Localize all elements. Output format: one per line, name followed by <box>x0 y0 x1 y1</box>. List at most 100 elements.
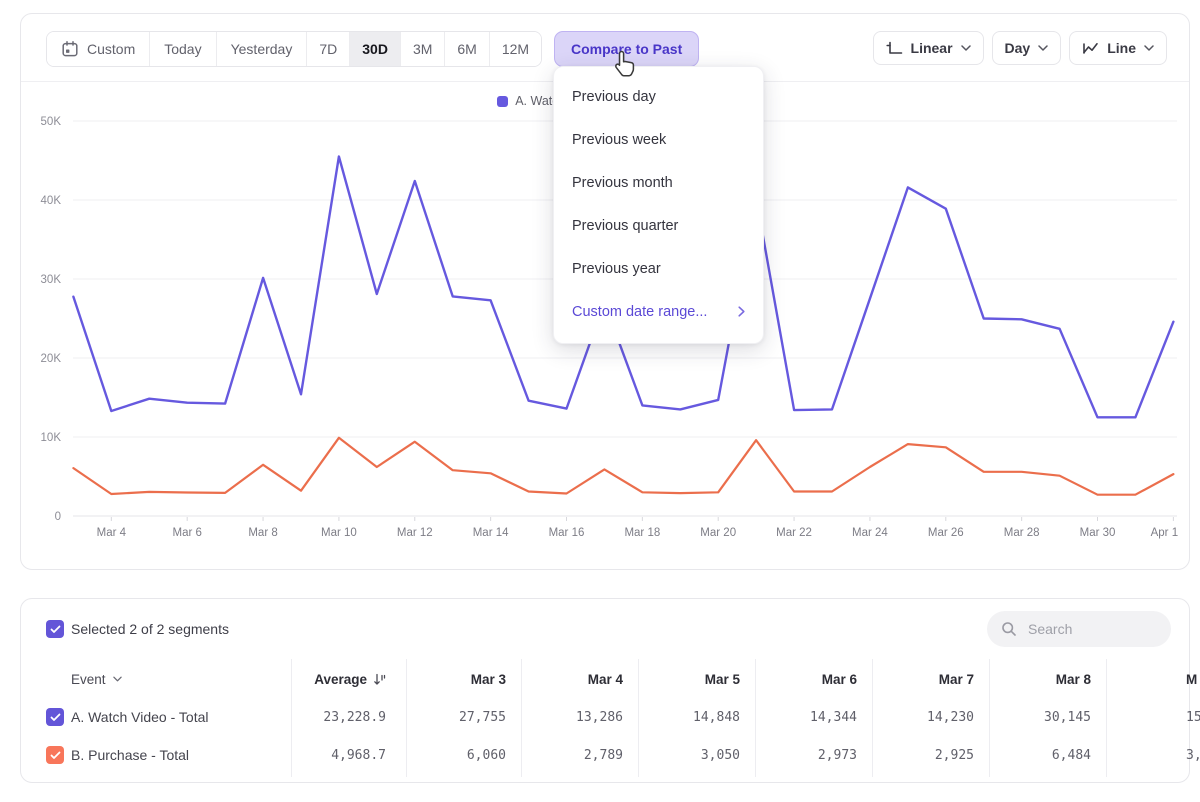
date-range-3m[interactable]: 3M <box>401 32 445 66</box>
segments-table-card: Selected 2 of 2 segments Event Average Mar… <box>20 598 1190 783</box>
table-cell: 30,145 <box>981 698 1091 736</box>
check-icon <box>50 625 61 634</box>
segment-row-label: B. Purchase - Total <box>71 736 189 774</box>
linear-scale-button[interactable]: Linear <box>873 31 984 65</box>
sort-icon[interactable] <box>373 673 386 686</box>
table-cell: 23,228.9 <box>276 698 386 736</box>
svg-text:Apr 1: Apr 1 <box>1151 527 1179 539</box>
table-cell: 2,925 <box>864 736 974 774</box>
date-range-today[interactable]: Today <box>150 32 216 66</box>
chevron-down-icon <box>1038 45 1048 51</box>
svg-text:Mar 16: Mar 16 <box>549 527 585 539</box>
column-header-label: Mar 8 <box>1056 672 1091 687</box>
granularity-label: Day <box>1005 40 1031 56</box>
date-range-label: Yesterday <box>231 41 293 57</box>
search-box[interactable] <box>987 611 1171 647</box>
segments-header: Selected 2 of 2 segments <box>21 599 1189 659</box>
table-cell: 14,230 <box>864 698 974 736</box>
svg-text:Mar 14: Mar 14 <box>473 527 509 539</box>
svg-text:Mar 24: Mar 24 <box>852 527 888 539</box>
column-header-average[interactable]: Average <box>276 661 386 697</box>
svg-text:10K: 10K <box>41 432 62 444</box>
column-header-m[interactable]: M <box>1186 661 1197 697</box>
compare-to-past-button[interactable]: Compare to Past <box>554 31 699 67</box>
svg-text:Mar 8: Mar 8 <box>248 527 277 539</box>
date-range-custom[interactable]: Custom <box>47 32 150 66</box>
svg-text:Mar 18: Mar 18 <box>624 527 660 539</box>
event-header-label: Event <box>71 672 106 687</box>
y-axis-labels: 010K20K30K40K50K <box>41 116 62 523</box>
chevron-down-icon <box>1144 45 1154 51</box>
column-header-mar-7[interactable]: Mar 7 <box>864 661 974 697</box>
column-header-label: Average <box>314 672 367 687</box>
date-range-label: Today <box>164 41 201 57</box>
menu-item-previous-week[interactable]: Previous week <box>554 118 763 161</box>
table-cell: 3,050 <box>630 736 740 774</box>
svg-text:50K: 50K <box>41 116 62 128</box>
series-line-purchase[interactable] <box>73 438 1173 495</box>
svg-text:40K: 40K <box>41 195 62 207</box>
table-cell: 2,973 <box>747 736 857 774</box>
table-cell: 2,789 <box>513 736 623 774</box>
search-input[interactable] <box>1026 620 1150 638</box>
column-header-mar-4[interactable]: Mar 4 <box>513 661 623 697</box>
menu-item-previous-day[interactable]: Previous day <box>554 75 763 118</box>
date-range-12m[interactable]: 12M <box>490 32 541 66</box>
select-all-checkbox[interactable] <box>46 620 64 638</box>
table-cell: 4,968.7 <box>276 736 386 774</box>
svg-text:30K: 30K <box>41 274 62 286</box>
table-cell: 14,344 <box>747 698 857 736</box>
column-header-label: Mar 5 <box>705 672 740 687</box>
table-cell: 27,755 <box>396 698 506 736</box>
svg-text:20K: 20K <box>41 353 62 365</box>
check-icon <box>50 713 61 722</box>
menu-item-previous-year[interactable]: Previous year <box>554 247 763 290</box>
selection-summary: Selected 2 of 2 segments <box>71 621 229 637</box>
date-range-30d[interactable]: 30D <box>350 32 401 66</box>
compare-to-past-menu: Previous dayPrevious weekPrevious monthP… <box>553 66 764 344</box>
analytics-dashboard: { "toolbar": { "date_ranges": ["Custom",… <box>0 0 1200 802</box>
menu-item-custom-date-range[interactable]: Custom date range... <box>554 290 763 333</box>
date-range-yesterday[interactable]: Yesterday <box>217 32 308 66</box>
date-range-label: 3M <box>413 41 432 57</box>
svg-text:Mar 12: Mar 12 <box>397 527 433 539</box>
chart-controls-group: Linear Day Line <box>873 31 1167 65</box>
table-cell: 14,848 <box>630 698 740 736</box>
column-header-mar-8[interactable]: Mar 8 <box>981 661 1091 697</box>
chart-type-button[interactable]: Line <box>1069 31 1167 65</box>
column-header-mar-3[interactable]: Mar 3 <box>396 661 506 697</box>
date-range-label: 6M <box>457 41 476 57</box>
date-range-6m[interactable]: 6M <box>445 32 489 66</box>
linear-scale-label: Linear <box>911 40 953 56</box>
row-checkbox[interactable] <box>46 708 64 726</box>
menu-item-previous-month[interactable]: Previous month <box>554 161 763 204</box>
date-range-label: 12M <box>502 41 529 57</box>
legend-swatch <box>497 96 508 107</box>
column-header-label: Mar 6 <box>822 672 857 687</box>
column-header-mar-6[interactable]: Mar 6 <box>747 661 857 697</box>
column-header-event[interactable]: Event <box>71 661 122 697</box>
column-divider <box>1106 659 1107 777</box>
svg-text:Mar 4: Mar 4 <box>97 527 127 539</box>
granularity-button[interactable]: Day <box>992 31 1062 65</box>
date-range-label: Custom <box>87 41 135 57</box>
svg-text:Mar 28: Mar 28 <box>1004 527 1040 539</box>
svg-text:Mar 22: Mar 22 <box>776 527 812 539</box>
column-header-mar-5[interactable]: Mar 5 <box>630 661 740 697</box>
axis-scale-icon <box>886 40 903 56</box>
date-range-segmented-control: Custom Today Yesterday 7D 30D 3M 6M 12M <box>46 31 542 67</box>
svg-text:Mar 10: Mar 10 <box>321 527 357 539</box>
segment-row-label: A. Watch Video - Total <box>71 698 208 736</box>
column-header-label: Mar 4 <box>588 672 623 687</box>
table-cell: 3, <box>1186 736 1200 774</box>
date-range-7d[interactable]: 7D <box>307 32 350 66</box>
row-checkbox[interactable] <box>46 746 64 764</box>
svg-text:Mar 20: Mar 20 <box>700 527 736 539</box>
date-range-label: 7D <box>319 41 337 57</box>
line-chart-icon <box>1082 40 1099 56</box>
menu-item-previous-quarter[interactable]: Previous quarter <box>554 204 763 247</box>
svg-text:Mar 6: Mar 6 <box>172 527 201 539</box>
x-axis-labels: Mar 4 Mar 6 Mar 8 Mar 10 Mar 12 Mar 14 Mar 16 M… <box>97 517 1178 539</box>
table-cell: 6,060 <box>396 736 506 774</box>
table-cell: 6,484 <box>981 736 1091 774</box>
